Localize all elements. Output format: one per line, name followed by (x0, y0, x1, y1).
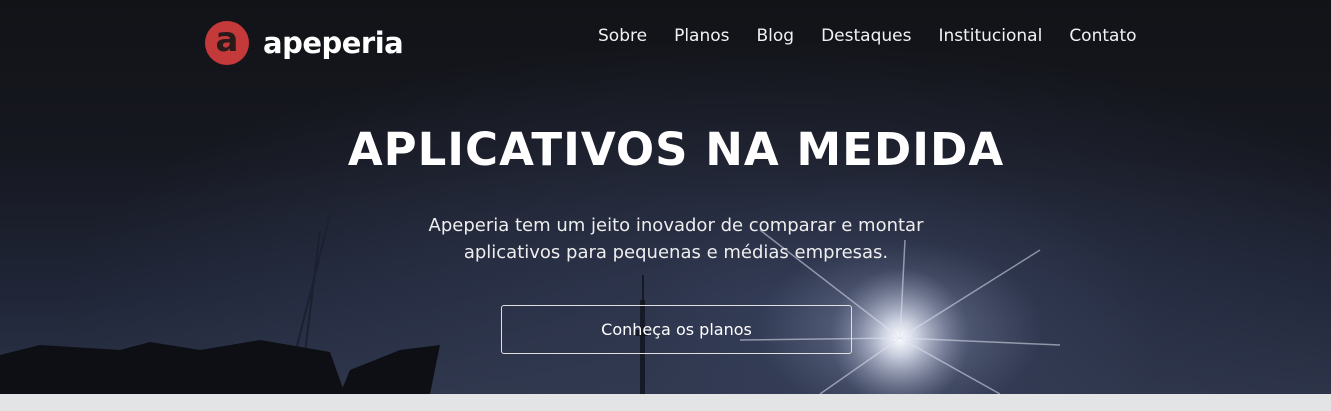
nav-item-institucional[interactable]: Institucional (938, 24, 1042, 48)
nav-item-contato[interactable]: Contato (1069, 24, 1136, 48)
main-navigation: Sobre Planos Blog Destaques Instituciona… (598, 24, 1137, 48)
hero-subtitle: Apeperia tem um jeito inovador de compar… (0, 212, 1331, 266)
hero-title: APLICATIVOS NA MEDIDA (347, 123, 1005, 176)
brand-logo[interactable]: a apeperia (205, 20, 404, 66)
see-plans-button[interactable]: Conheça os planos (501, 305, 852, 354)
hero-subtitle-line-2: aplicativos para pequenas e médias empre… (463, 242, 889, 263)
hero-subtitle-line-1: Apeperia tem um jeito inovador de compar… (428, 215, 924, 236)
hero-section: a apeperia Sobre Planos Blog Destaques I… (0, 0, 1331, 394)
building-silhouettes (0, 340, 440, 394)
nav-item-planos[interactable]: Planos (674, 24, 729, 48)
nav-item-blog[interactable]: Blog (757, 24, 795, 48)
brand-name: apeperia (263, 26, 404, 60)
next-section-edge (0, 394, 1331, 411)
logo-icon: a (205, 21, 249, 65)
nav-item-sobre[interactable]: Sobre (598, 24, 647, 48)
nav-item-destaques[interactable]: Destaques (821, 24, 911, 48)
